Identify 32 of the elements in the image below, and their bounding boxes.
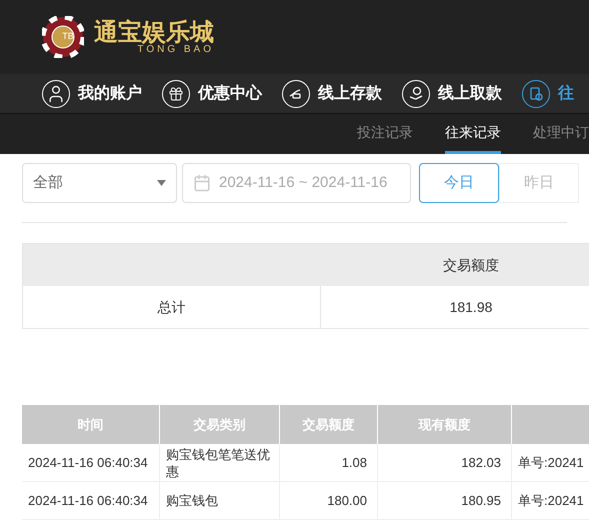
poker-chip-icon [42, 16, 84, 58]
table-cell-text: 总计 [158, 298, 186, 316]
calendar-icon [193, 174, 211, 192]
sub-tab[interactable]: 往来记录 [445, 114, 501, 154]
caret-icon [157, 180, 166, 186]
logo-subtitle: TONG BAO [137, 45, 214, 55]
nav-item[interactable]: 线上存款 [282, 80, 382, 108]
sub-tab[interactable]: 处理中订 [533, 114, 589, 154]
table-cell: 180.00 [327, 492, 367, 509]
table-cell: 182.03 [461, 454, 501, 471]
table-cell-text: 181.98 [450, 298, 492, 316]
sub-tab[interactable]: 投注记录 [357, 114, 413, 154]
user-icon [42, 80, 70, 108]
nav-item[interactable]: 线上取款 [402, 80, 502, 108]
table-cell: 单号:20241 [518, 492, 584, 509]
column-header: 交易额度 [443, 256, 499, 272]
nav-item[interactable]: 往 [522, 80, 574, 108]
logo-name: 通宝娱乐城 [94, 19, 214, 45]
table-cell: 1.08 [342, 454, 367, 471]
nav-item[interactable]: 我的账户 [42, 80, 142, 108]
document-clock-icon [522, 80, 550, 108]
table-cell: 单号:20241 [518, 454, 584, 471]
table-cell: 2024-11-16 06:40:34 [28, 492, 148, 509]
table-cell: 2024-11-16 06:40:34 [28, 454, 148, 471]
type-select[interactable]: 全部 [22, 163, 177, 203]
gift-icon [162, 80, 190, 108]
logo-badge-text: TB [61, 30, 75, 44]
table-cell: 180.95 [461, 492, 501, 509]
nav-item[interactable]: 优惠中心 [162, 80, 262, 108]
date-quick-button[interactable]: 今日 [419, 163, 499, 203]
table-cell-text: 购宝钱包笔笔送优惠 [166, 446, 271, 480]
table-cell: 购宝钱包 [166, 492, 218, 509]
